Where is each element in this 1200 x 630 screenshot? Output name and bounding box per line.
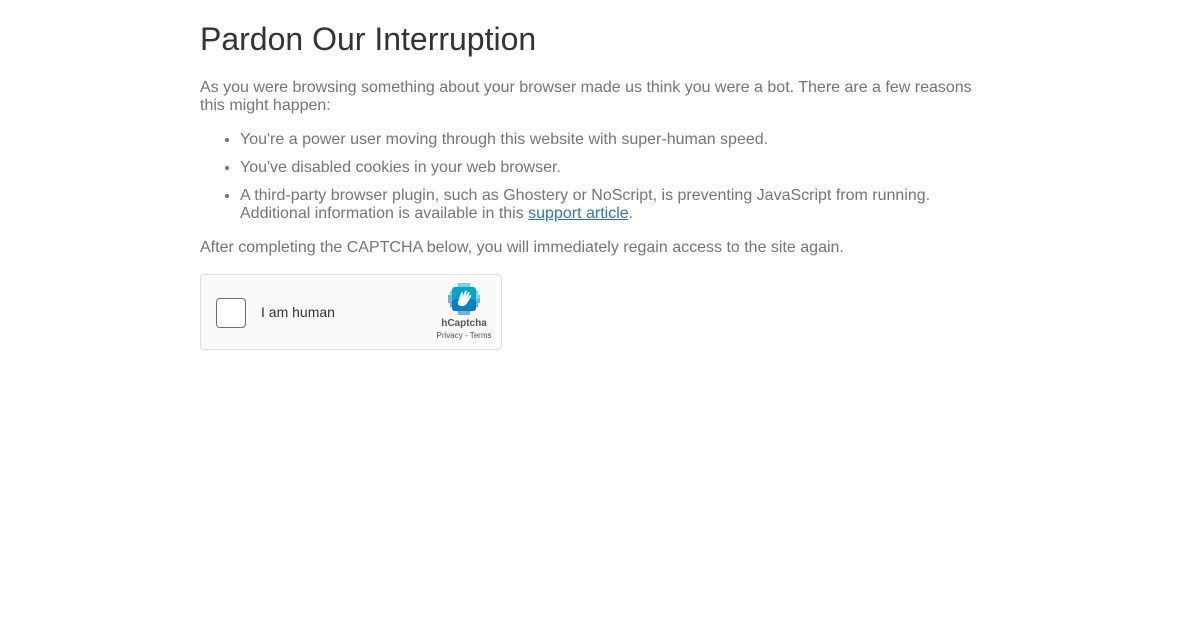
human-checkbox-label[interactable]: I am human	[261, 304, 335, 320]
captcha-footer-links: Privacy - Terms	[427, 331, 501, 341]
outro-text: After completing the CAPTCHA below, you …	[200, 239, 844, 256]
hcaptcha-widget: I am human hCaptcha Privacy - Terms	[200, 274, 502, 350]
human-checkbox[interactable]	[216, 298, 246, 328]
intro-text: As you were browsing something about you…	[200, 79, 972, 114]
hcaptcha-brand: hCaptcha	[441, 318, 487, 329]
reasons-list: You're a power user moving through this …	[200, 131, 1000, 233]
reason-item: You've disabled cookies in your web brow…	[240, 159, 1000, 177]
hcaptcha-logo-icon[interactable]	[448, 283, 480, 315]
reason-item: A third-party browser plugin, such as Gh…	[240, 187, 1000, 223]
support-article-link[interactable]: support article	[528, 205, 629, 222]
reason-text: You've disabled cookies in your web brow…	[240, 159, 561, 176]
privacy-link[interactable]: Privacy	[437, 331, 463, 340]
terms-link[interactable]: Terms	[470, 331, 492, 340]
page-title: Pardon Our Interruption	[200, 21, 537, 57]
reason-text: You're a power user moving through this …	[240, 131, 769, 148]
support-link-suffix: .	[628, 205, 634, 222]
reason-item: You're a power user moving through this …	[240, 131, 1000, 149]
links-separator: -	[462, 331, 470, 340]
